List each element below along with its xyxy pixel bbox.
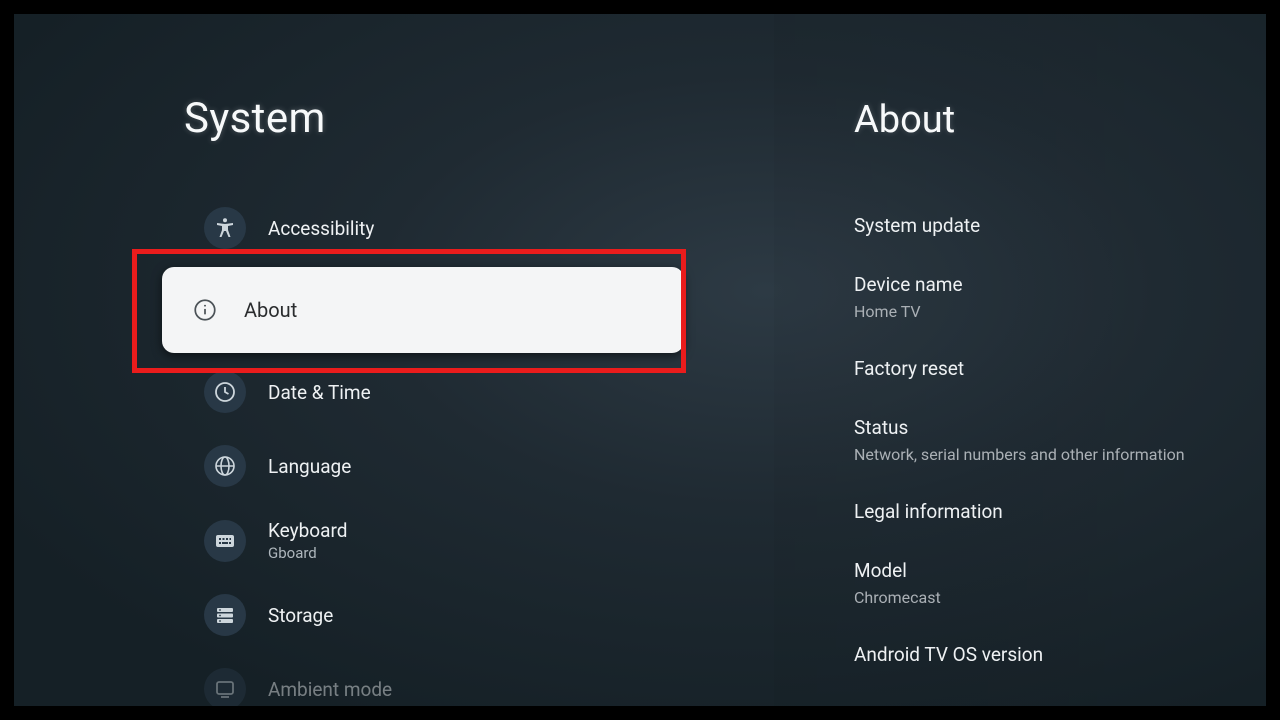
menu-item-storage[interactable]: Storage xyxy=(184,580,674,650)
clock-icon xyxy=(204,371,246,413)
menu-item-keyboard[interactable]: Keyboard Gboard xyxy=(184,505,674,576)
detail-model[interactable]: Model Chromecast xyxy=(854,545,1234,629)
detail-device-name[interactable]: Device name Home TV xyxy=(854,259,1234,343)
menu-item-language[interactable]: Language xyxy=(184,431,674,501)
about-detail-pane: About System update Device name Home TV … xyxy=(774,14,1254,706)
settings-screen: System Accessibility About Date & Tim xyxy=(14,14,1266,706)
info-icon xyxy=(188,293,222,327)
detail-factory-reset[interactable]: Factory reset xyxy=(854,343,1234,402)
globe-icon xyxy=(204,445,246,487)
menu-label: Date & Time xyxy=(268,381,371,404)
page-title-system: System xyxy=(184,94,674,143)
menu-item-accessibility[interactable]: Accessibility xyxy=(184,193,674,263)
storage-icon xyxy=(204,594,246,636)
menu-label: About xyxy=(244,298,297,322)
detail-system-update[interactable]: System update xyxy=(854,200,1234,259)
menu-label: Accessibility xyxy=(268,217,374,240)
menu-label: Language xyxy=(268,455,351,478)
menu-label: Keyboard xyxy=(268,519,347,542)
menu-item-date-time[interactable]: Date & Time xyxy=(184,357,674,427)
menu-label: Storage xyxy=(268,604,333,627)
system-menu-pane: System Accessibility About Date & Tim xyxy=(14,14,714,706)
ambient-icon xyxy=(204,668,246,706)
system-menu: Accessibility About Date & Time Lan xyxy=(184,193,674,706)
menu-sublabel: Gboard xyxy=(268,544,347,562)
detail-os-version[interactable]: Android TV OS version xyxy=(854,629,1234,688)
about-list: System update Device name Home TV Factor… xyxy=(854,200,1234,688)
menu-item-ambient[interactable]: Ambient mode xyxy=(184,654,674,706)
detail-status[interactable]: Status Network, serial numbers and other… xyxy=(854,402,1234,486)
menu-item-about[interactable]: About xyxy=(162,267,684,353)
detail-legal-information[interactable]: Legal information xyxy=(854,486,1234,545)
keyboard-icon xyxy=(204,520,246,562)
menu-label: Ambient mode xyxy=(268,678,392,701)
page-title-about: About xyxy=(854,98,1234,142)
accessibility-icon xyxy=(204,207,246,249)
